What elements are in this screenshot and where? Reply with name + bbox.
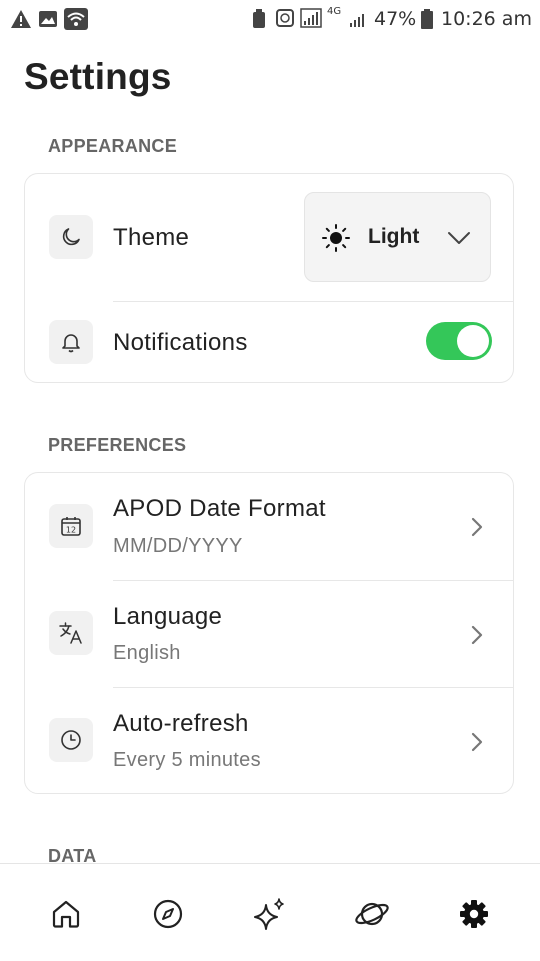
battery-percent: 47% — [374, 8, 417, 30]
auto-refresh-row[interactable]: Auto-refresh Every 5 minutes — [25, 688, 515, 795]
wifi-icon — [64, 8, 88, 30]
date-format-label: APOD Date Format — [113, 495, 326, 522]
compass-icon — [153, 899, 183, 929]
auto-refresh-value: Every 5 minutes — [113, 749, 261, 771]
vpn-icon — [276, 9, 294, 27]
sparkles-icon — [254, 898, 284, 930]
calendar-icon: 12 — [61, 517, 81, 536]
theme-icon-box — [49, 215, 93, 259]
chevron-right-icon — [471, 517, 483, 537]
theme-dropdown[interactable]: Light — [304, 192, 491, 282]
preferences-card: 12 APOD Date Format MM/DD/YYYY Language … — [24, 472, 514, 794]
date-format-value: MM/DD/YYYY — [113, 535, 243, 557]
notifications-toggle[interactable] — [426, 322, 492, 360]
section-title-appearance: APPEARANCE — [48, 136, 178, 156]
translate-icon — [59, 622, 82, 644]
nav-sparkles[interactable] — [252, 896, 288, 932]
nav-home[interactable] — [48, 896, 84, 932]
notifications-label: Notifications — [113, 329, 248, 356]
chevron-down-icon — [448, 232, 470, 244]
moon-icon — [62, 228, 80, 246]
section-title-preferences: PREFERENCES — [48, 435, 187, 455]
status-bar: 4G 47% 10:26 am — [0, 0, 540, 38]
gear-icon — [460, 900, 488, 928]
network-type: 4G — [327, 6, 342, 17]
appearance-card: Theme Light Notifications — [24, 173, 514, 383]
warning-icon — [11, 10, 31, 28]
clock-icon — [61, 730, 81, 750]
language-label: Language — [113, 603, 223, 630]
date-format-icon-box: 12 — [49, 504, 93, 548]
image-icon — [39, 11, 57, 27]
signal-icon — [300, 8, 322, 28]
theme-row: Theme Light — [25, 174, 515, 301]
language-icon-box — [49, 611, 93, 655]
bottom-nav — [0, 863, 540, 961]
auto-refresh-icon-box — [49, 718, 93, 762]
nav-settings[interactable] — [456, 896, 492, 932]
toggle-knob — [457, 325, 489, 357]
chevron-right-icon — [471, 732, 483, 752]
bell-icon — [62, 334, 80, 353]
theme-label: Theme — [113, 224, 190, 251]
home-icon — [52, 900, 80, 928]
battery-saver-icon — [253, 9, 265, 28]
chevron-right-icon — [471, 625, 483, 645]
planet-icon — [355, 902, 389, 926]
language-row[interactable]: Language English — [25, 581, 515, 688]
auto-refresh-label: Auto-refresh — [113, 710, 249, 737]
date-format-row[interactable]: 12 APOD Date Format MM/DD/YYYY — [25, 473, 515, 580]
battery-icon — [421, 9, 433, 29]
nav-explore[interactable] — [150, 896, 186, 932]
theme-value: Light — [368, 225, 420, 248]
language-value: English — [113, 642, 181, 664]
page-title: Settings — [24, 56, 172, 97]
nav-planets[interactable] — [354, 896, 390, 932]
notifications-icon-box — [49, 320, 93, 364]
calendar-day: 12 — [66, 526, 76, 535]
clock: 10:26 am — [441, 8, 532, 30]
signal-icon-2 — [350, 14, 364, 27]
sun-icon — [322, 224, 350, 252]
